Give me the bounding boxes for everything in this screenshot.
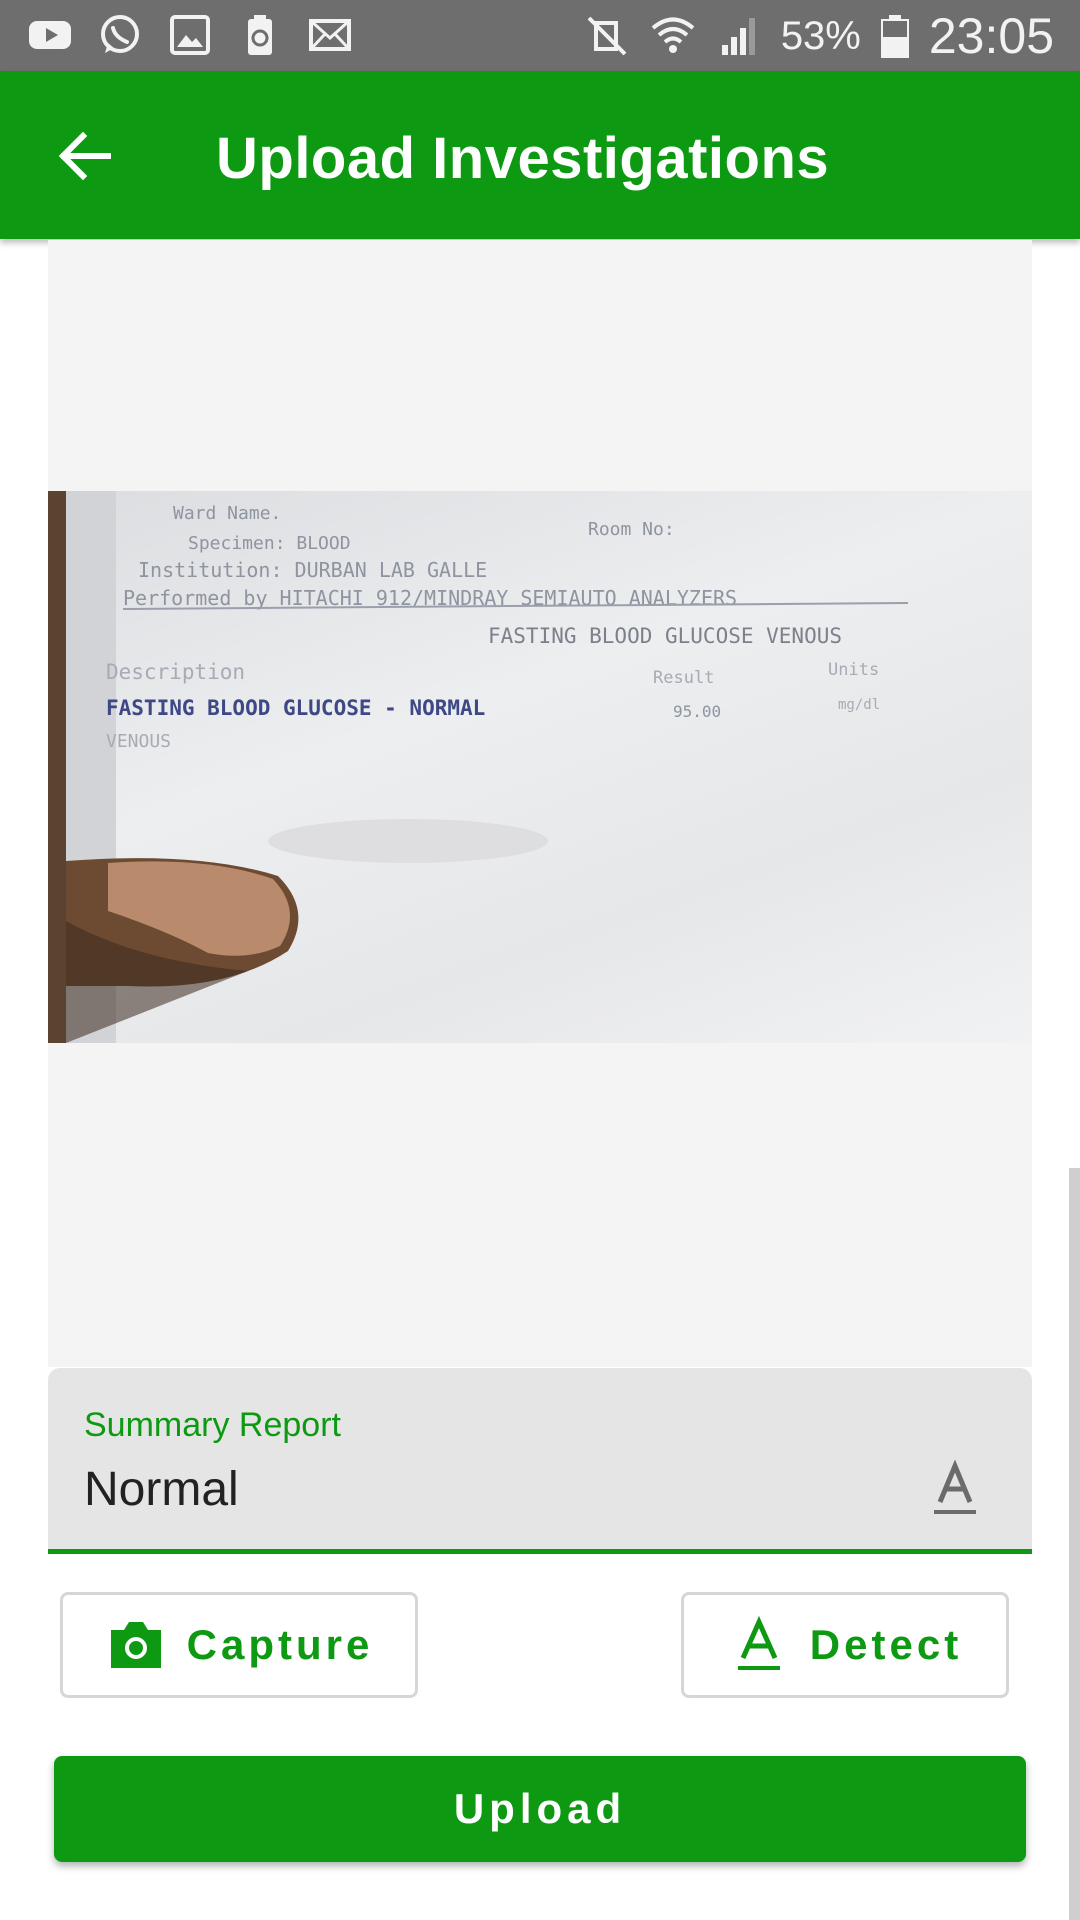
image-preview-area: Ward Name. Room No: Specimen: BLOOD Inst… [48, 240, 1032, 1367]
camera-icon [110, 1622, 161, 1668]
signal-icon [715, 13, 763, 59]
arrow-back-icon [58, 131, 111, 181]
system-icons: 53% 23:05 [583, 6, 1054, 66]
doc-line: 95.00 [673, 702, 721, 721]
page-title: Upload Investigations [216, 126, 830, 191]
vibrate-off-icon [583, 13, 631, 59]
summary-report-input[interactable] [84, 1456, 904, 1522]
wifi-icon [649, 13, 697, 59]
doc-line: Specimen: BLOOD [188, 533, 351, 554]
mail-icon [306, 12, 354, 58]
battery-percent: 53% [780, 13, 861, 58]
doc-line: Ward Name. [173, 503, 281, 524]
summary-report-label: Summary Report [84, 1406, 341, 1444]
doc-line: Description [106, 660, 245, 684]
capture-label: Capture [186, 1621, 374, 1668]
doc-line: Units [828, 660, 879, 680]
clock: 23:05 [928, 8, 1054, 64]
doc-line: Room No: [588, 519, 675, 540]
scrollbar[interactable] [1069, 1168, 1080, 1920]
doc-line: mg/dl [838, 697, 880, 713]
text-format-icon[interactable] [930, 1460, 980, 1520]
app-bar: Upload Investigations [0, 71, 1080, 239]
doc-line: Result [653, 668, 714, 688]
youtube-icon [26, 12, 74, 58]
detect-button[interactable]: Detect [681, 1592, 1009, 1698]
doc-line: FASTING BLOOD GLUCOSE - NORMAL [106, 696, 485, 720]
notification-icons [26, 12, 354, 58]
doc-line: Institution: DURBAN LAB GALLE [138, 558, 487, 582]
recycle-icon [236, 12, 284, 58]
summary-report-field[interactable]: Summary Report [48, 1368, 1032, 1554]
doc-line: FASTING BLOOD GLUCOSE VENOUS [488, 624, 842, 648]
back-button[interactable] [50, 121, 120, 191]
captured-report-image[interactable]: Ward Name. Room No: Specimen: BLOOD Inst… [48, 491, 1032, 1043]
battery-icon [879, 13, 911, 59]
status-bar: 53% 23:05 [0, 0, 1080, 71]
detect-label: Detect [809, 1621, 963, 1668]
upload-button[interactable]: Upload [54, 1756, 1026, 1862]
gallery-icon [166, 12, 214, 58]
doc-line: VENOUS [106, 731, 171, 752]
capture-button[interactable]: Capture [60, 1592, 418, 1698]
upload-label: Upload [453, 1785, 627, 1832]
whatsapp-icon [96, 12, 144, 58]
text-format-icon [737, 1615, 780, 1670]
